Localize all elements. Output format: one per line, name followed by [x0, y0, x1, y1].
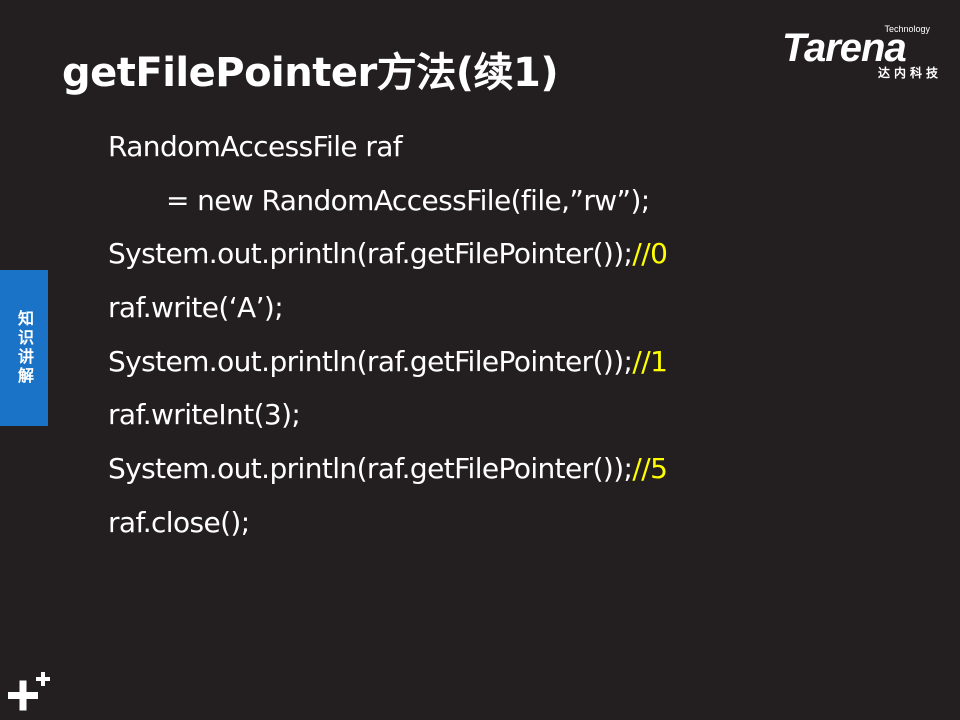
- code-comment: //5: [632, 452, 668, 486]
- code-text: System.out.println(raf.getFilePointer())…: [108, 237, 633, 271]
- tarena-logo: Technology Tarena 达内科技: [782, 22, 950, 84]
- code-line: System.out.println(raf.getFilePointer())…: [108, 227, 928, 281]
- code-text: System.out.println(raf.getFilePointer())…: [108, 452, 633, 486]
- code-line: raf.close();: [108, 496, 928, 550]
- code-line: System.out.println(raf.getFilePointer())…: [108, 335, 928, 389]
- code-line: RandomAccessFile raf: [108, 120, 928, 174]
- code-line: raf.writeInt(3);: [108, 388, 928, 442]
- code-text: System.out.println(raf.getFilePointer())…: [108, 344, 633, 378]
- side-tab: 知识讲解: [0, 270, 48, 426]
- logo-subtitle: 达内科技: [877, 66, 942, 80]
- code-text: raf.write(‘A’);: [108, 291, 284, 325]
- code-line: = new RandomAccessFile(file,”rw”);: [108, 174, 928, 228]
- code-text: = new RandomAccessFile(file,”rw”);: [166, 183, 650, 217]
- code-comment: //0: [632, 237, 668, 271]
- code-text: raf.writeInt(3);: [108, 398, 301, 432]
- code-text: RandomAccessFile raf: [108, 130, 403, 163]
- slide: getFilePointer方法(续1) Technology Tarena 达…: [0, 0, 960, 720]
- plus-plus-icon: [8, 672, 50, 711]
- code-line: raf.write(‘A’);: [108, 281, 928, 335]
- code-comment: //1: [632, 344, 668, 378]
- code-line: System.out.println(raf.getFilePointer())…: [108, 442, 928, 496]
- slide-title: getFilePointer方法(续1): [62, 50, 559, 96]
- side-tab-label: 知识讲解: [15, 310, 34, 386]
- code-text: raf.close();: [108, 505, 250, 539]
- code-block: RandomAccessFile raf = new RandomAccessF…: [108, 120, 928, 550]
